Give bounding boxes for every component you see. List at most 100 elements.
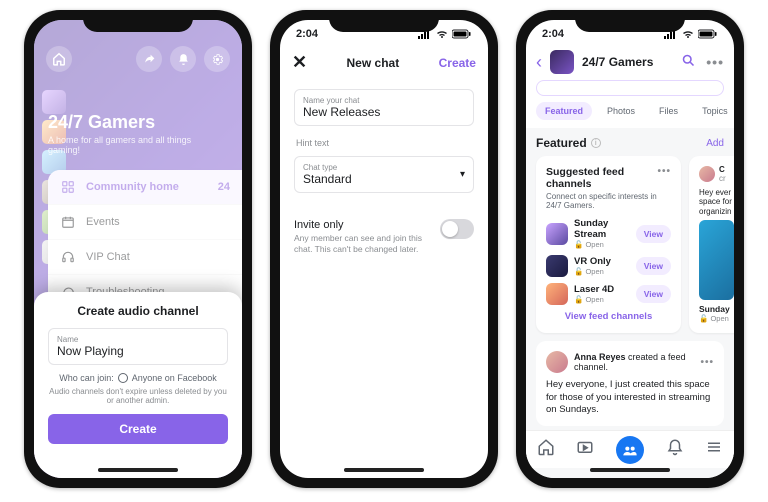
post-avatar[interactable] — [546, 351, 568, 373]
close-icon[interactable]: ✕ — [292, 52, 307, 73]
search-pill[interactable] — [536, 80, 724, 96]
suggested-sub: Connect on specific interests in 24/7 Ga… — [546, 192, 657, 210]
chevron-down-icon: ▾ — [460, 169, 465, 180]
channel-item[interactable]: Sunday Stream🔓 Open View — [546, 218, 671, 249]
invite-toggle[interactable] — [440, 219, 474, 239]
name-value: Now Playing — [57, 344, 219, 358]
channel-status: Open — [585, 295, 603, 304]
screen-3: 2:04 ‹ 24/7 Gamers ••• Featured Photos F… — [526, 20, 734, 478]
featured-label: Featured — [536, 136, 587, 150]
home-indicator — [590, 468, 670, 472]
tab-files[interactable]: Files — [650, 102, 687, 120]
suggested-card: Suggested feed channels Connect on speci… — [536, 156, 681, 333]
battery-icon — [698, 29, 718, 39]
notch — [575, 10, 685, 32]
wifi-icon — [681, 29, 695, 39]
who-can-join[interactable]: Who can join: Anyone on Facebook — [48, 373, 228, 383]
battery-icon — [452, 29, 472, 39]
view-button[interactable]: View — [636, 257, 671, 275]
back-icon[interactable]: ‹ — [536, 52, 542, 73]
side-avatar — [699, 166, 715, 182]
view-all-link[interactable]: View feed channels — [546, 311, 671, 322]
tab-photos[interactable]: Photos — [598, 102, 644, 120]
chat-name-value: New Releases — [303, 105, 465, 119]
tab-topics[interactable]: Topics — [693, 102, 734, 120]
phone-frame-3: 2:04 ‹ 24/7 Gamers ••• Featured Photos F… — [516, 10, 744, 488]
name-label: Name — [57, 335, 219, 344]
featured-row: Suggested feed channels Connect on speci… — [536, 156, 724, 333]
who-label: Who can join: — [59, 373, 114, 383]
channel-item[interactable]: VR Only🔓 Open View — [546, 255, 671, 277]
chat-type-field[interactable]: Chat type Standard ▾ — [294, 156, 474, 193]
screen-2: 2:04 ✕ New chat Create Name your chat Ne… — [280, 20, 488, 478]
channel-list: Sunday Stream🔓 Open View VR Only🔓 Open V… — [546, 218, 671, 305]
group-name[interactable]: 24/7 Gamers — [582, 55, 673, 69]
post-body: Hey everyone, I just created this space … — [546, 379, 714, 416]
status-time: 2:04 — [542, 28, 564, 40]
phone-frame-2: 2:04 ✕ New chat Create Name your chat Ne… — [270, 10, 498, 488]
side-card[interactable]: Ccr Hey ever space for organizin Sunday … — [689, 156, 734, 333]
side-caption: Sunday — [699, 304, 734, 314]
chat-name-label: Name your chat — [303, 96, 465, 105]
more-icon[interactable]: ••• — [706, 54, 724, 70]
card-more-icon[interactable]: ••• — [657, 166, 671, 177]
featured-header: Featured i Add — [536, 136, 724, 150]
screen-1: 24/7 Gamers A home for all gamers and al… — [34, 20, 242, 478]
create-audio-sheet: Create audio channel Name Now Playing Wh… — [34, 292, 242, 478]
phone-frame-1: 24/7 Gamers A home for all gamers and al… — [24, 10, 252, 488]
group-avatar[interactable] — [550, 50, 574, 74]
side-body1: Hey ever — [699, 188, 731, 197]
create-button[interactable]: Create — [48, 414, 228, 444]
add-link[interactable]: Add — [706, 138, 724, 149]
filter-tabs: Featured Photos Files Topics Re — [526, 102, 734, 128]
nav-watch-icon[interactable] — [576, 438, 594, 461]
side-body3: organizin — [699, 207, 731, 216]
new-chat-header: ✕ New chat Create — [280, 48, 488, 81]
channel-avatar — [546, 255, 568, 277]
post-more-icon[interactable]: ••• — [700, 357, 714, 368]
notch — [83, 10, 193, 32]
who-value: Anyone on Facebook — [132, 373, 217, 383]
notch — [329, 10, 439, 32]
feed-post[interactable]: Anna Reyes created a feed channel. ••• H… — [536, 341, 724, 426]
tab-featured[interactable]: Featured — [536, 102, 592, 120]
invite-only-row: Invite only Any member can see and join … — [280, 209, 488, 264]
channel-status: Open — [585, 267, 603, 276]
view-button[interactable]: View — [636, 285, 671, 303]
channel-name: Sunday Stream — [574, 218, 630, 240]
home-indicator — [344, 468, 424, 472]
channel-avatar — [546, 223, 568, 245]
side-title: C — [719, 165, 725, 174]
nav-groups-icon[interactable] — [616, 436, 644, 464]
post-author: Anna Reyes — [574, 352, 626, 362]
nav-home-icon[interactable] — [537, 438, 555, 461]
info-icon[interactable]: i — [591, 138, 601, 148]
home-indicator — [98, 468, 178, 472]
feed-body: Featured i Add Suggested feed channels Co… — [526, 128, 734, 478]
chat-name-field[interactable]: Name your chat New Releases — [294, 89, 474, 126]
suggested-title: Suggested feed channels — [546, 166, 657, 190]
globe-icon — [118, 373, 128, 383]
channel-name: Laser 4D — [574, 284, 630, 295]
nav-bell-icon[interactable] — [666, 438, 684, 461]
nav-menu-icon[interactable] — [705, 438, 723, 461]
search-icon[interactable] — [681, 53, 696, 71]
side-image — [699, 220, 734, 300]
create-action[interactable]: Create — [439, 56, 476, 70]
side-caption-sub: Open — [710, 314, 728, 323]
view-button[interactable]: View — [636, 225, 671, 243]
channel-item[interactable]: Laser 4D🔓 Open View — [546, 283, 671, 305]
invite-desc: Any member can see and join this chat. T… — [294, 233, 424, 254]
side-body2: space for — [699, 197, 732, 206]
sheet-title: Create audio channel — [48, 304, 228, 318]
chat-type-label: Chat type — [303, 163, 352, 172]
hint-text: Hint text — [294, 134, 474, 156]
group-header-bar: ‹ 24/7 Gamers ••• — [526, 48, 734, 80]
name-field[interactable]: Name Now Playing — [48, 328, 228, 365]
channel-avatar — [546, 283, 568, 305]
channel-status: Open — [585, 240, 603, 249]
post-header-text: Anna Reyes created a feed channel. — [574, 352, 694, 372]
channel-name: VR Only — [574, 256, 630, 267]
sheet-hint: Audio channels don't expire unless delet… — [48, 387, 228, 406]
chat-type-value: Standard — [303, 172, 352, 186]
